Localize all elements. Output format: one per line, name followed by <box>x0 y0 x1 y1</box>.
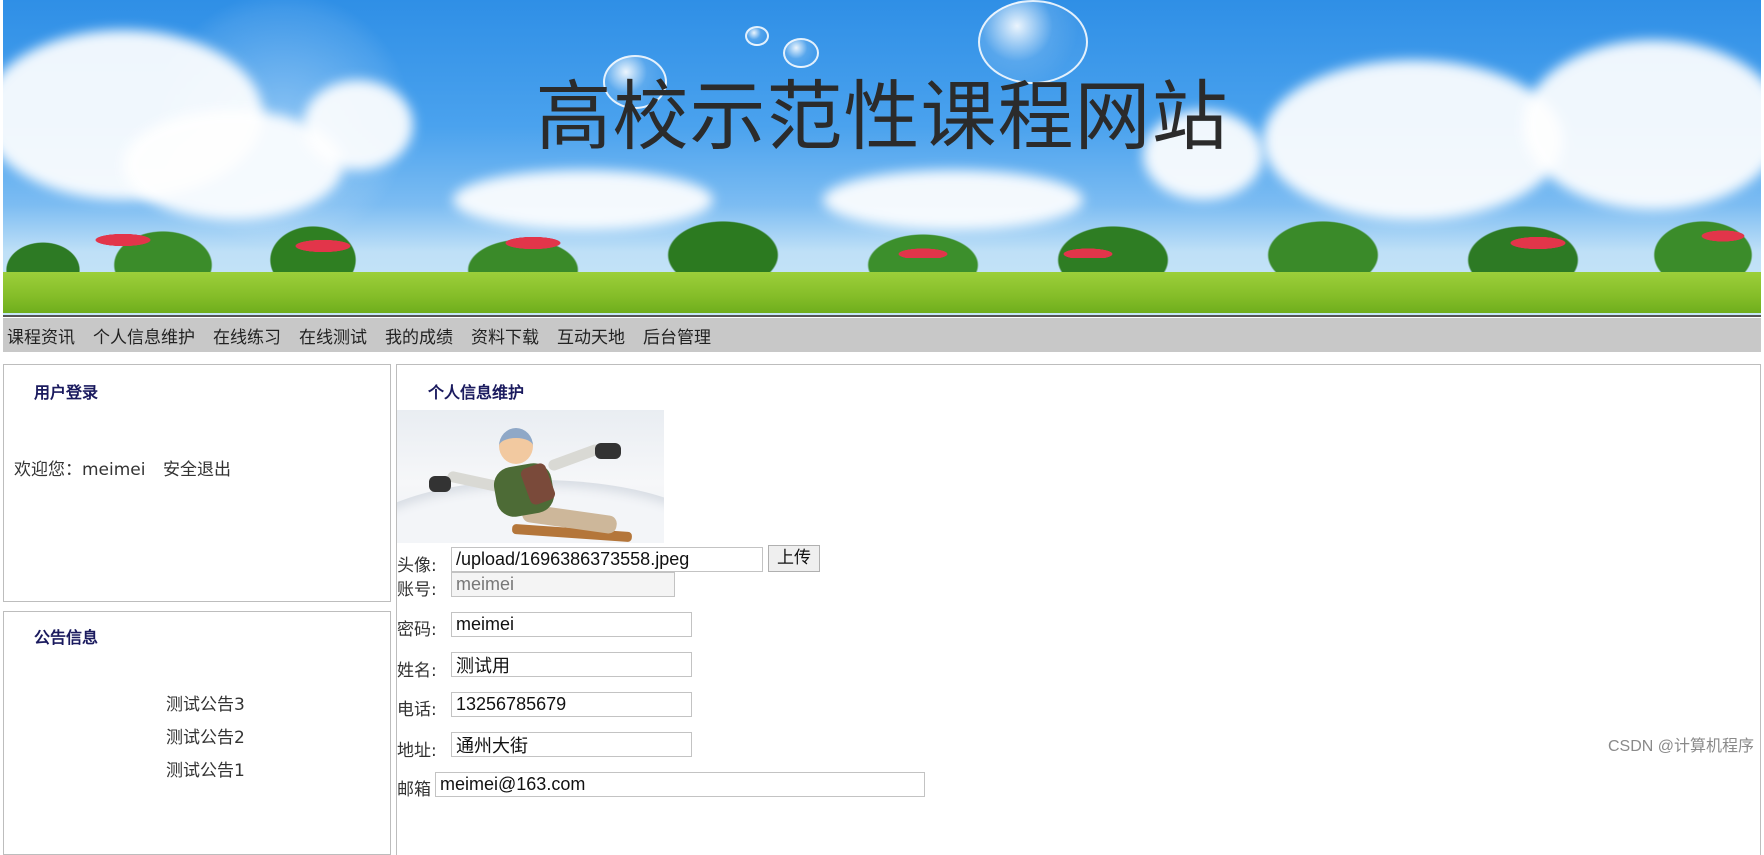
kid-head <box>499 428 533 464</box>
flower-bushes <box>3 228 1761 258</box>
upload-button[interactable]: 上传 <box>768 545 820 572</box>
avatar-image <box>397 410 664 543</box>
notice-item[interactable]: 测试公告1 <box>166 756 245 781</box>
site-title: 高校示范性课程网站 <box>535 72 1229 161</box>
welcome-text: 欢迎您：meimei <box>14 460 146 480</box>
nav-item-profile[interactable]: 个人信息维护 <box>89 323 199 348</box>
bubble <box>783 38 819 68</box>
account-label: 账号: <box>397 580 437 600</box>
glove <box>595 443 621 459</box>
phone-label: 电话: <box>397 700 437 720</box>
nav-item-course-news[interactable]: 课程资讯 <box>3 323 79 348</box>
nav-item-forum[interactable]: 互动天地 <box>553 323 629 348</box>
main-nav: 课程资讯 个人信息维护 在线练习 在线测试 我的成绩 资料下载 互动天地 后台管… <box>3 318 1761 352</box>
email-label: 邮箱 <box>397 780 431 800</box>
logout-link[interactable]: 安全退出 <box>163 455 231 480</box>
notice-item[interactable]: 测试公告3 <box>166 690 245 715</box>
profile-panel-title: 个人信息维护 <box>428 383 525 402</box>
avatar-label: 头像: <box>397 556 437 576</box>
phone-input[interactable] <box>451 692 692 717</box>
notice-panel: 公告信息 测试公告3 测试公告2 测试公告1 <box>3 611 391 855</box>
address-label: 地址: <box>397 741 437 761</box>
password-input[interactable] <box>451 612 692 637</box>
nav-item-admin[interactable]: 后台管理 <box>639 323 715 348</box>
notice-item[interactable]: 测试公告2 <box>166 723 245 748</box>
avatar-path-input[interactable] <box>451 547 763 572</box>
profile-panel: 个人信息维护 头像: 上传 账号: 密码: 姓名: 电话: 地址: 邮箱 <box>396 364 1761 855</box>
name-input[interactable] <box>451 652 692 677</box>
nav-item-online-test[interactable]: 在线测试 <box>295 323 371 348</box>
email-input[interactable] <box>435 772 925 797</box>
site-banner: 高校示范性课程网站 <box>3 0 1761 317</box>
nav-item-downloads[interactable]: 资料下载 <box>467 323 543 348</box>
address-input[interactable] <box>451 732 692 757</box>
account-input[interactable] <box>451 572 675 597</box>
nav-item-my-scores[interactable]: 我的成绩 <box>381 323 457 348</box>
grass <box>3 272 1761 313</box>
bubble <box>745 26 769 46</box>
kid-arm <box>546 442 603 473</box>
notice-panel-title: 公告信息 <box>34 628 99 647</box>
password-label: 密码: <box>397 620 437 640</box>
glove <box>429 476 451 492</box>
login-panel: 用户登录 欢迎您：meimei 安全退出 <box>3 364 391 602</box>
watermark: CSDN @计算机程序 <box>1607 738 1754 755</box>
name-label: 姓名: <box>397 661 437 681</box>
nav-item-practice[interactable]: 在线练习 <box>209 323 285 348</box>
login-panel-title: 用户登录 <box>34 383 99 402</box>
